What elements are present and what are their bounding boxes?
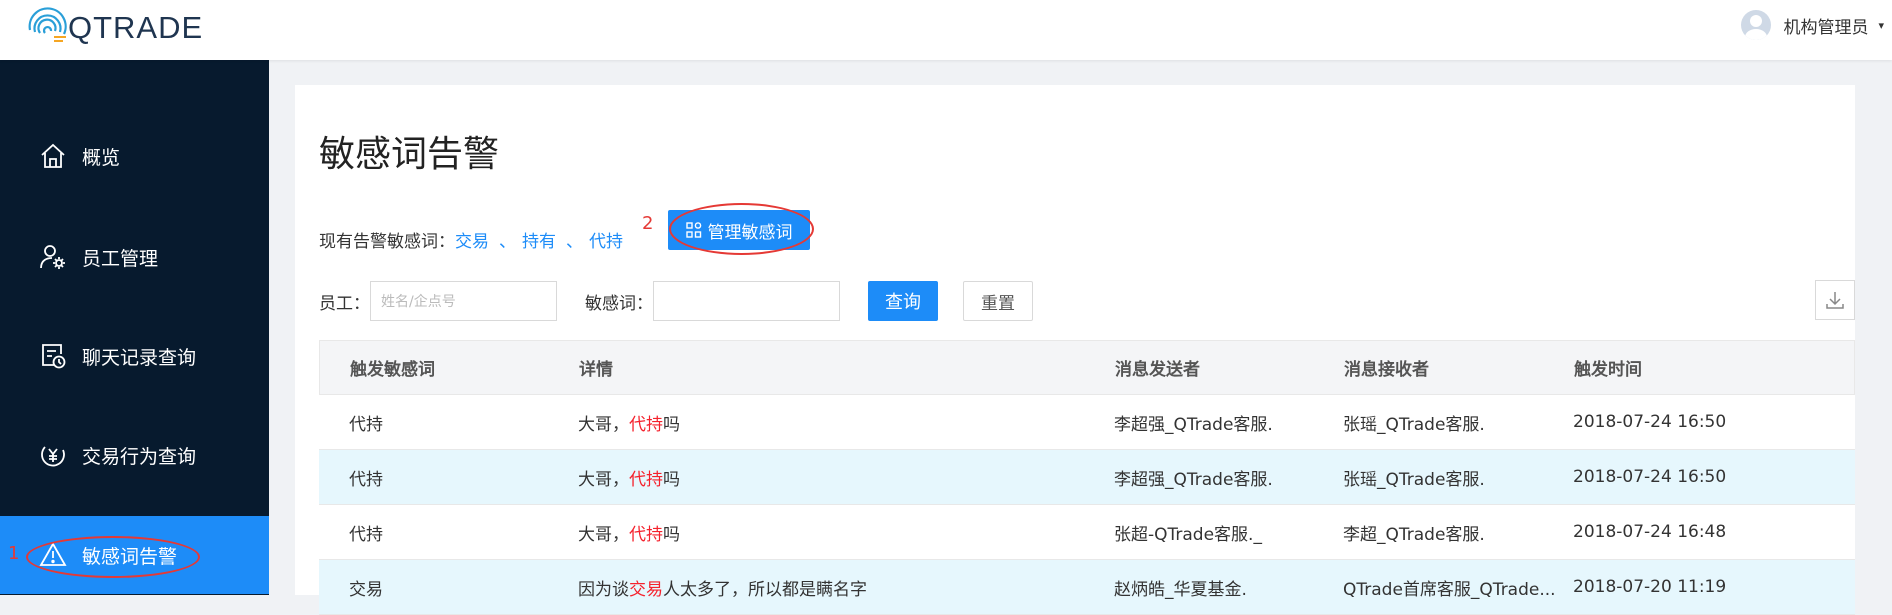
column-header: 触发时间 — [1574, 360, 1642, 380]
table-row[interactable]: 代持 大哥，代持吗 李超强_QTrade客服. 张瑶_QTrade客服. 201… — [319, 450, 1855, 505]
words-label: 现有告警敏感词： — [319, 231, 455, 252]
cell-word: 代持 — [349, 524, 383, 545]
table-row[interactable]: 交易 因为谈交易人太多了，所以都是瞒名字 赵炳皓_华夏基金. QTrade首席客… — [319, 560, 1855, 615]
user-menu[interactable]: 机构管理员 ▾ — [1741, 8, 1892, 42]
annotation-number-2: 2 — [642, 213, 654, 234]
table-row[interactable]: 代持 大哥，代持吗 张超-QTrade客服._ 李超_QTrade客服. 201… — [319, 505, 1855, 560]
sidebar-item-label: 概览 — [82, 146, 121, 169]
cell-time: 2018-07-24 16:50 — [1573, 412, 1727, 432]
column-header: 触发敏感词 — [350, 360, 435, 380]
cell-receiver: 张瑶_QTrade客服. — [1343, 414, 1485, 435]
cell-receiver: 张瑶_QTrade客服. — [1343, 469, 1485, 490]
cell-time: 2018-07-24 16:50 — [1573, 467, 1727, 487]
sidebar-item-overview[interactable]: 概览 — [0, 117, 269, 195]
sensitive-word[interactable]: 交易 — [455, 227, 489, 252]
cell-receiver: QTrade首席客服_QTrade... — [1343, 579, 1556, 600]
cell-word: 代持 — [349, 469, 383, 490]
cell-detail: 大哥，代持吗 — [578, 524, 680, 545]
column-header: 消息接收者 — [1344, 360, 1429, 380]
sensitive-word[interactable]: 持有 — [522, 227, 556, 252]
user-settings-icon — [38, 242, 68, 272]
download-icon — [1826, 292, 1844, 309]
sidebar: 概览 员工管理 聊天记录查询 交易行为查询 敏感词告警 — [0, 60, 269, 595]
top-bar: QTRADE 机构管理员 ▾ — [0, 0, 1892, 60]
cell-receiver: 李超_QTrade客服. — [1343, 524, 1485, 545]
sidebar-item-chat-records[interactable]: 聊天记录查询 — [0, 317, 269, 395]
sensitive-word[interactable]: 代持 — [589, 227, 623, 252]
chat-history-icon — [38, 341, 68, 371]
cell-word: 交易 — [349, 579, 383, 600]
cell-detail: 大哥，代持吗 — [578, 414, 680, 435]
alerts-table: 触发敏感词 详情 消息发送者 消息接收者 触发时间 代持 大哥，代持吗 李超强_… — [319, 340, 1855, 615]
employee-input[interactable]: 姓名/企点号 — [370, 281, 557, 321]
table-row[interactable]: 代持 大哥，代持吗 李超强_QTrade客服. 张瑶_QTrade客服. 201… — [319, 395, 1855, 450]
reset-button[interactable]: 重置 — [963, 281, 1033, 321]
column-header: 详情 — [579, 360, 613, 380]
column-header: 消息发送者 — [1115, 360, 1200, 380]
word-separator: 、 — [499, 231, 516, 252]
cell-sender: 张超-QTrade客服._ — [1114, 524, 1262, 545]
word-separator: 、 — [566, 231, 583, 252]
search-button[interactable]: 查询 — [868, 281, 938, 321]
avatar[interactable] — [1741, 10, 1772, 40]
annotation-number-1: 1 — [8, 543, 20, 564]
cell-sender: 赵炳皓_华夏基金. — [1114, 579, 1247, 600]
logo[interactable]: QTRADE — [24, 0, 203, 48]
chevron-down-icon[interactable]: ▾ — [1878, 19, 1884, 32]
user-name[interactable]: 机构管理员 — [1783, 13, 1868, 38]
sidebar-item-label: 员工管理 — [82, 247, 159, 270]
fingerprint-logo-icon — [28, 7, 67, 42]
annotation-ellipse-1 — [26, 536, 200, 578]
sensitive-words-row: 现有告警敏感词： 交易 、 持有 、 代持 — [319, 219, 633, 259]
sidebar-item-trade-behavior[interactable]: 交易行为查询 — [0, 416, 269, 494]
annotation-ellipse-2 — [669, 203, 814, 255]
cell-detail: 大哥，代持吗 — [578, 469, 680, 490]
yen-coin-icon — [38, 440, 68, 470]
cell-detail: 因为谈交易人太多了，所以都是瞒名字 — [578, 579, 867, 600]
sidebar-item-label: 交易行为查询 — [82, 445, 197, 468]
download-button[interactable] — [1815, 280, 1855, 320]
sidebar-item-staff[interactable]: 员工管理 — [0, 218, 269, 296]
table-header: 触发敏感词 详情 消息发送者 消息接收者 触发时间 — [319, 340, 1855, 395]
word-filter: 敏感词： — [585, 281, 840, 321]
page-title: 敏感词告警 — [319, 134, 500, 175]
main-panel: 敏感词告警 现有告警敏感词： 交易 、 持有 、 代持 2 管理敏感词 员工： … — [295, 85, 1855, 615]
employee-label: 员工： — [319, 293, 370, 314]
cell-time: 2018-07-24 16:48 — [1573, 522, 1727, 542]
cell-word: 代持 — [349, 414, 383, 435]
logo-text: QTRADE — [68, 10, 204, 45]
sensitive-word-input[interactable] — [653, 281, 840, 321]
sidebar-item-label: 聊天记录查询 — [82, 346, 197, 369]
cell-time: 2018-07-20 11:19 — [1573, 577, 1727, 597]
employee-filter: 员工： 姓名/企点号 — [319, 281, 557, 321]
home-icon — [38, 141, 68, 171]
word-label: 敏感词： — [585, 293, 653, 314]
cell-sender: 李超强_QTrade客服. — [1114, 469, 1273, 490]
cell-sender: 李超强_QTrade客服. — [1114, 414, 1273, 435]
